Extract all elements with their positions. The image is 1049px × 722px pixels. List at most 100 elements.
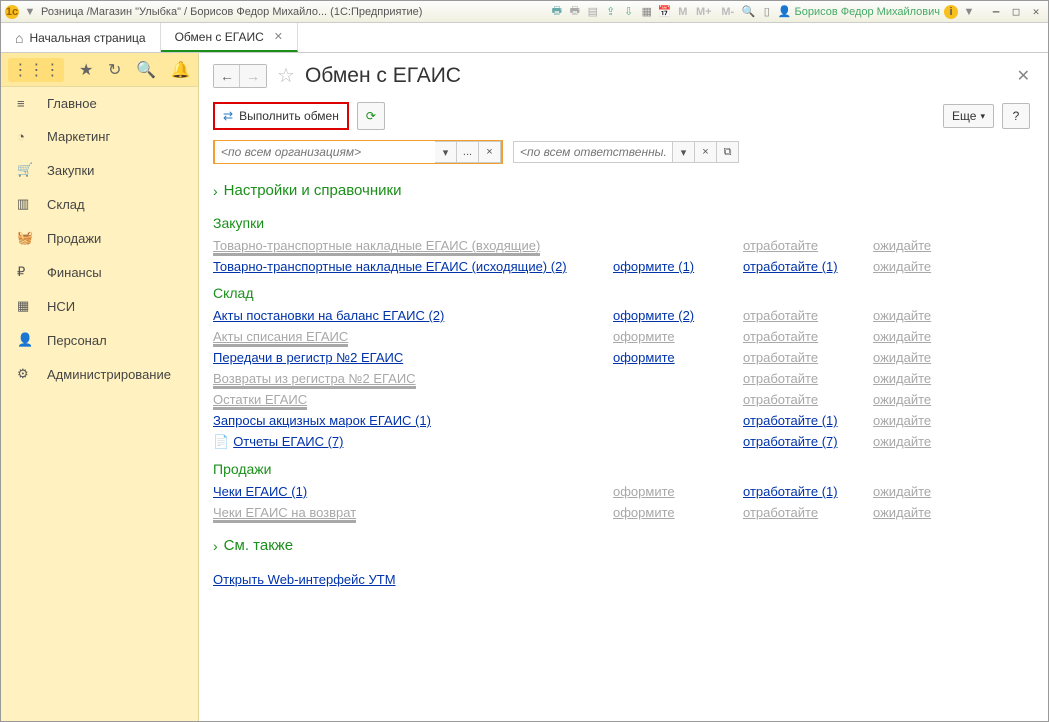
- filter-org-input[interactable]: [215, 141, 435, 163]
- print2-icon[interactable]: 🖶: [568, 5, 582, 19]
- link: ожидайте: [873, 505, 931, 520]
- mem-mminus[interactable]: М-: [718, 5, 738, 19]
- link[interactable]: оформите: [613, 350, 675, 366]
- section-see-also[interactable]: См. также: [213, 537, 1030, 554]
- filter-org-clear[interactable]: ×: [479, 141, 501, 163]
- tab-egais[interactable]: Обмен с ЕГАИС ✕: [161, 23, 298, 52]
- row: Чеки ЕГАИС на возвратоформитеотработайте…: [213, 502, 1030, 523]
- row: Акты постановки на баланс ЕГАИС (2) оформ…: [213, 305, 1030, 326]
- row-name-link[interactable]: Запросы акцизных марок ЕГАИС (1): [213, 413, 431, 429]
- link[interactable]: отработайте (1): [743, 484, 838, 500]
- sidebar-item-4[interactable]: 🧺 Продажи: [1, 221, 198, 255]
- search-icon[interactable]: 🔍: [136, 60, 156, 80]
- link: отработайте: [743, 392, 818, 407]
- zoom-icon[interactable]: 🔍: [742, 5, 756, 19]
- row-name-link[interactable]: Передачи в регистр №2 ЕГАИС: [213, 350, 403, 366]
- row-name-link[interactable]: Отчеты ЕГАИС (7): [233, 434, 343, 450]
- link[interactable]: отработайте (1): [743, 259, 838, 275]
- row: Товарно-транспортные накладные ЕГАИС (вх…: [213, 235, 1030, 256]
- page-title: Обмен с ЕГАИС: [305, 64, 461, 88]
- execute-exchange-button[interactable]: ⇄ Выполнить обмен: [213, 102, 349, 130]
- exchange-icon: ⇄: [223, 109, 233, 123]
- sidebar-item-7[interactable]: 👤Персонал: [1, 323, 198, 357]
- sidebar-item-1[interactable]: ◔Маркетинг: [1, 120, 198, 153]
- sidebar-item-label: Персонал: [47, 333, 107, 348]
- history-icon[interactable]: ↻: [108, 60, 121, 80]
- filter-org-dropdown[interactable]: ▾: [435, 141, 457, 163]
- maximize-button[interactable]: □: [1008, 5, 1024, 18]
- grid-icon[interactable]: ⋮⋮⋮: [8, 58, 64, 82]
- filter-resp-open[interactable]: ⧉: [717, 141, 739, 163]
- tab-home[interactable]: Начальная страница: [1, 23, 161, 52]
- doc-icon[interactable]: ▤: [586, 5, 600, 19]
- open-utm-link[interactable]: Открыть Web-интерфейс УТМ: [213, 572, 396, 587]
- back-button[interactable]: ←: [214, 65, 240, 87]
- mem-m[interactable]: М: [676, 5, 690, 19]
- link[interactable]: отработайте (1): [743, 413, 838, 429]
- info-dropdown[interactable]: ▼: [962, 5, 976, 19]
- help-button[interactable]: ?: [1002, 103, 1030, 129]
- mem-mplus[interactable]: М+: [694, 5, 714, 19]
- sidebar-icon: 🧺: [17, 230, 33, 246]
- section-settings[interactable]: Настройки и справочники: [213, 182, 1030, 199]
- link: отработайте: [743, 329, 818, 344]
- row-name-link: Остатки ЕГАИС: [213, 392, 307, 410]
- forward-button[interactable]: →: [240, 65, 266, 87]
- more-button[interactable]: Еще▾: [943, 104, 994, 128]
- sidebar-item-label: Финансы: [47, 265, 102, 280]
- row-name-link[interactable]: Товарно-транспортные накладные ЕГАИС (ис…: [213, 259, 567, 275]
- link: отработайте: [743, 350, 818, 365]
- link: ожидайте: [873, 259, 931, 274]
- tab-close-icon[interactable]: ✕: [274, 30, 283, 43]
- sidebar: ⋮⋮⋮ ★ ↻ 🔍 🔔 ≡Главное◔Маркетинг🛒Закупки▥С…: [1, 53, 199, 721]
- row: Передачи в регистр №2 ЕГАИС оформите отраб…: [213, 347, 1030, 368]
- row-name-link[interactable]: Акты постановки на баланс ЕГАИС (2): [213, 308, 444, 324]
- bell-icon[interactable]: 🔔: [171, 60, 191, 80]
- recv-icon[interactable]: ⇩: [622, 5, 636, 19]
- close-button[interactable]: ✕: [1028, 5, 1044, 18]
- close-page-icon[interactable]: ✕: [1017, 66, 1030, 86]
- send-icon[interactable]: ⇪: [604, 5, 618, 19]
- sidebar-item-3[interactable]: ▥Склад: [1, 187, 198, 221]
- row-name-link: Чеки ЕГАИС на возврат: [213, 505, 356, 523]
- star-icon[interactable]: ★: [79, 60, 93, 80]
- sidebar-icon: ⚙: [17, 366, 33, 382]
- sidebar-item-6[interactable]: ▦НСИ: [1, 289, 198, 323]
- app-menu-dropdown[interactable]: ▼: [23, 5, 37, 19]
- sidebar-item-8[interactable]: ⚙Администрирование: [1, 357, 198, 391]
- link: ожидайте: [873, 392, 931, 407]
- sidebar-icon: ₽: [17, 264, 33, 280]
- sidebar-item-label: Закупки: [47, 163, 94, 178]
- info-icon[interactable]: i: [944, 5, 958, 19]
- user-label[interactable]: 👤 Борисов Федор Михайлович: [778, 5, 940, 18]
- minimize-button[interactable]: —: [988, 5, 1004, 18]
- link[interactable]: отработайте (7): [743, 434, 838, 450]
- link[interactable]: оформите (2): [613, 308, 694, 324]
- refresh-button[interactable]: ⟳: [357, 102, 385, 130]
- link[interactable]: оформите (1): [613, 259, 694, 275]
- sidebar-item-2[interactable]: 🛒Закупки: [1, 153, 198, 187]
- sidebar-item-0[interactable]: ≡Главное: [1, 87, 198, 120]
- link: ожидайте: [873, 350, 931, 365]
- favorite-star-icon[interactable]: ☆: [277, 63, 295, 88]
- sidebar-item-label: НСИ: [47, 299, 75, 314]
- link: отработайте: [743, 308, 818, 323]
- filter-resp-clear[interactable]: ×: [695, 141, 717, 163]
- calendar-icon[interactable]: 📅: [658, 5, 672, 19]
- sidebar-item-label: Продажи: [47, 231, 101, 246]
- row-name-link[interactable]: Чеки ЕГАИС (1): [213, 484, 307, 500]
- filter-resp-input[interactable]: [513, 141, 673, 163]
- panel-icon[interactable]: ▯: [760, 5, 774, 19]
- sidebar-icon: ◔: [17, 129, 33, 144]
- filter-org-more[interactable]: ...: [457, 141, 479, 163]
- filter-resp-dropdown[interactable]: ▾: [673, 141, 695, 163]
- link: ожидайте: [873, 484, 931, 499]
- print-icon[interactable]: 🖶: [550, 5, 564, 19]
- calc-icon[interactable]: ▦: [640, 5, 654, 19]
- filter-org: ▾ ... ×: [213, 140, 503, 164]
- row: Остатки ЕГАИС отработайте ожидайте: [213, 389, 1030, 410]
- group-prodazhi: Продажи: [213, 461, 1030, 477]
- doc-icon: 📄: [213, 434, 229, 449]
- row: 📄Отчеты ЕГАИС (7)отработайте (7)ожидайте: [213, 431, 1030, 453]
- sidebar-item-5[interactable]: ₽ Финансы: [1, 255, 198, 289]
